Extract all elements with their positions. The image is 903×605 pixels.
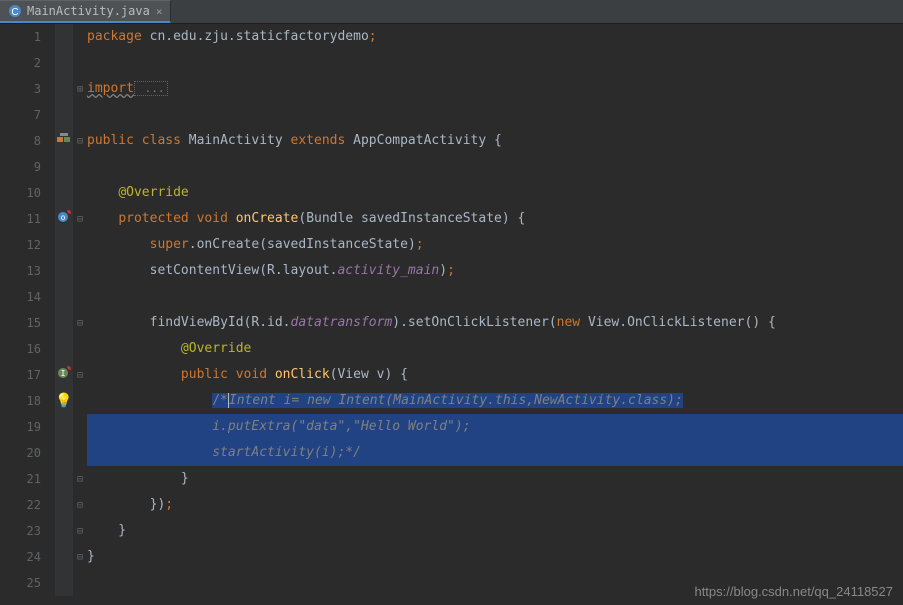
fold-collapse-icon[interactable]: ⊟ (77, 214, 83, 225)
line-number: 17 (0, 368, 55, 382)
fold-end-icon[interactable]: ⊟ (77, 526, 83, 537)
line-number: 12 (0, 238, 55, 252)
line-number: 21 (0, 472, 55, 486)
line-number: 25 (0, 576, 55, 590)
override-marker-icon[interactable]: o (57, 210, 71, 228)
line-number: 19 (0, 420, 55, 434)
line-number: 18 (0, 394, 55, 408)
line-number: 3 (0, 82, 55, 96)
java-class-icon: C (8, 4, 22, 18)
svg-text:C: C (11, 7, 18, 18)
line-number: 1 (0, 30, 55, 44)
implements-marker-icon[interactable]: I (57, 366, 71, 384)
line-number: 14 (0, 290, 55, 304)
line-number: 13 (0, 264, 55, 278)
watermark-text: https://blog.csdn.net/qq_24118527 (694, 584, 893, 599)
line-number: 22 (0, 498, 55, 512)
line-number: 11 (0, 212, 55, 226)
fold-end-icon[interactable]: ⊟ (77, 474, 83, 485)
line-number: 20 (0, 446, 55, 460)
code-editor[interactable]: 1package cn.edu.zju.staticfactorydemo; 2… (0, 24, 903, 605)
intention-bulb-icon[interactable]: 💡 (55, 393, 72, 409)
line-number: 9 (0, 160, 55, 174)
file-tab[interactable]: C MainActivity.java × (0, 0, 171, 23)
tab-filename: MainActivity.java (27, 4, 150, 18)
fold-collapse-icon[interactable]: ⊟ (77, 370, 83, 381)
line-number: 10 (0, 186, 55, 200)
fold-collapse-icon[interactable]: ⊟ (77, 136, 83, 147)
line-number: 24 (0, 550, 55, 564)
line-number: 7 (0, 108, 55, 122)
fold-collapse-icon[interactable]: ⊟ (77, 318, 83, 329)
line-number: 23 (0, 524, 55, 538)
line-number: 2 (0, 56, 55, 70)
fold-expand-icon[interactable]: ⊞ (77, 84, 83, 95)
svg-text:I: I (61, 369, 66, 378)
line-number: 8 (0, 134, 55, 148)
tab-bar: C MainActivity.java × (0, 0, 903, 24)
folded-import-region[interactable]: ... (134, 81, 169, 96)
fold-end-icon[interactable]: ⊟ (77, 500, 83, 511)
line-number: 16 (0, 342, 55, 356)
svg-text:o: o (61, 213, 66, 222)
class-marker-icon[interactable] (56, 133, 72, 149)
fold-end-icon[interactable]: ⊟ (77, 552, 83, 563)
close-icon[interactable]: × (156, 5, 163, 18)
line-number: 15 (0, 316, 55, 330)
